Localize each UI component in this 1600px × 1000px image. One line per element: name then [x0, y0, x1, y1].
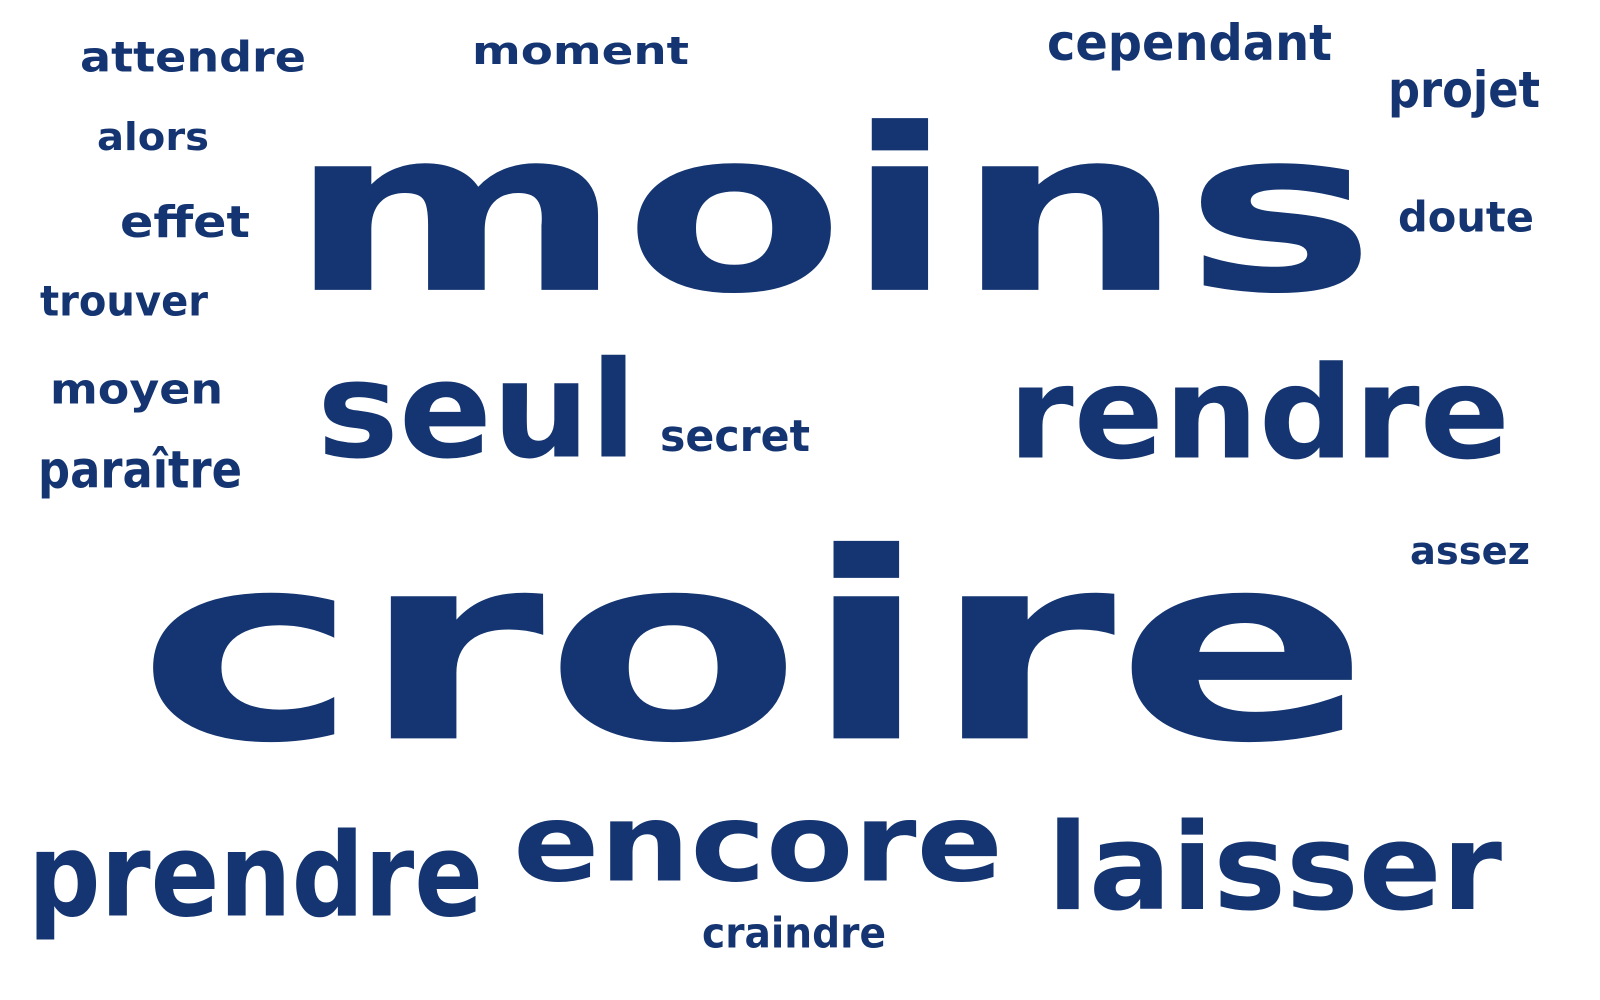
word-attendre: attendre [80, 32, 306, 82]
word-seul: seul [317, 331, 637, 489]
word-craindre: craindre [702, 908, 886, 958]
word-assez: assez [1410, 528, 1530, 574]
word-moins: moins [288, 79, 1376, 345]
word-doute: doute [1398, 192, 1534, 242]
word-cependant: cependant [1047, 13, 1332, 72]
word-laisser: laisser [1047, 797, 1502, 938]
word-trouver: trouver [40, 276, 208, 326]
word-moyen: moyen [50, 364, 223, 414]
word-moment: moment [472, 28, 689, 74]
word-effet: effet [120, 196, 250, 248]
word-encore: encore [513, 780, 1003, 907]
word-secret: secret [660, 410, 810, 462]
word-paraitre: paraître [38, 439, 242, 501]
word-cloud: croire moins rendre seul laisser encore … [0, 0, 1600, 1000]
word-prendre: prendre [28, 807, 484, 944]
word-alors: alors [97, 114, 209, 160]
word-croire: croire [137, 496, 1370, 801]
word-projet: projet [1388, 60, 1540, 119]
word-rendre: rendre [1008, 338, 1510, 489]
